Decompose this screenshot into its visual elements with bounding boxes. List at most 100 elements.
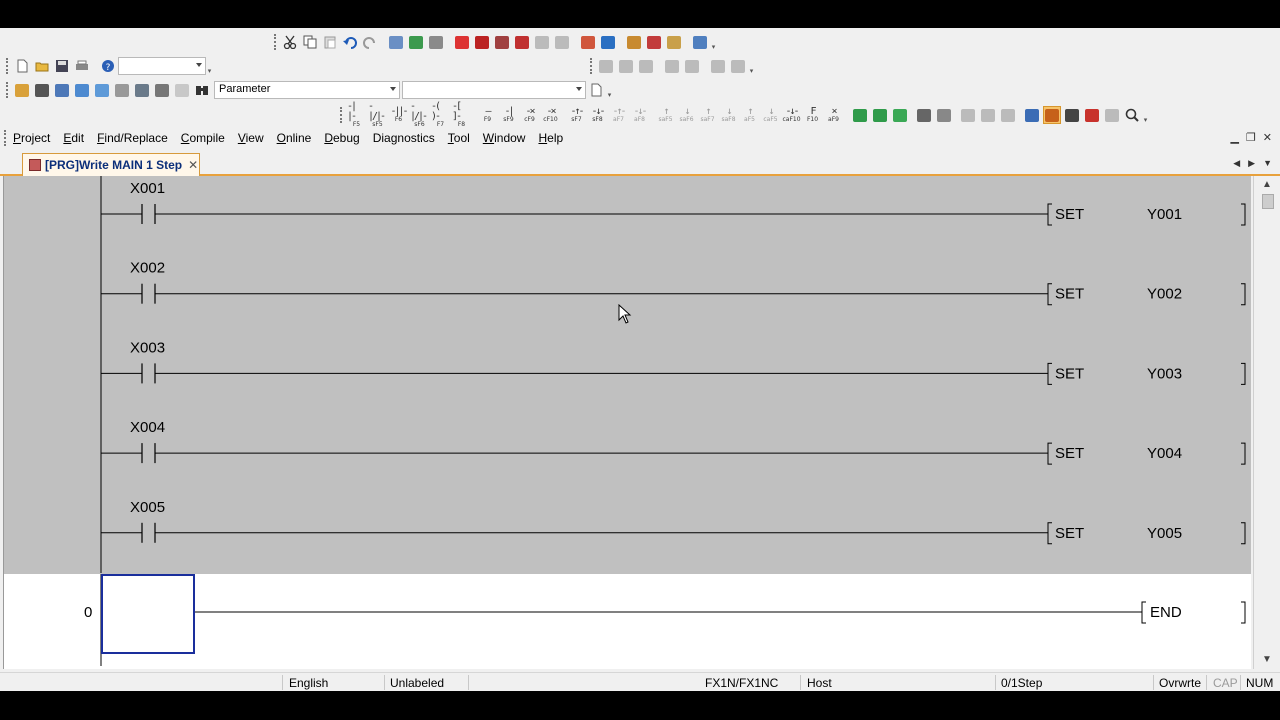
tab-scroll-right-icon[interactable]: ▶	[1248, 158, 1255, 169]
display-icon[interactable]	[691, 33, 709, 51]
menu-tool[interactable]: Tool	[448, 131, 470, 145]
simulation-icon[interactable]	[645, 33, 663, 51]
ladder-symbol-caf10-button[interactable]: -↓- caF10	[782, 106, 801, 124]
device-list-icon[interactable]	[73, 81, 91, 99]
navigation-icon[interactable]	[13, 81, 31, 99]
scroll-thumb[interactable]	[1262, 194, 1274, 209]
toolbar-options-icon[interactable]: ▾	[1142, 106, 1149, 124]
close-icon[interactable]: ✕	[1263, 131, 1272, 144]
minimize-icon[interactable]: ▁	[1230, 131, 1238, 144]
menu-edit[interactable]: Edit	[63, 131, 84, 145]
help-disabled-icon[interactable]	[173, 81, 191, 99]
device-display-icon[interactable]	[1023, 106, 1041, 124]
ladder-symbol-sf5-button[interactable]: -|/|- sF5	[368, 102, 387, 128]
toolbar-options-icon[interactable]: ▾	[606, 81, 613, 99]
zoom-icon[interactable]	[729, 57, 747, 75]
tab-scroll-left-icon[interactable]: ◀	[1233, 158, 1240, 169]
toolbar-options-icon[interactable]: ▾	[748, 57, 755, 75]
ladder-symbol-sf6-button[interactable]: -|/|- sF6	[410, 102, 429, 128]
ladder-symbol-af7-button[interactable]: -↑- aF7	[609, 106, 628, 124]
restore-icon[interactable]: ❐	[1246, 131, 1256, 144]
binoculars-icon[interactable]	[193, 81, 211, 99]
toolbar-grip[interactable]	[590, 58, 593, 74]
instruction-list-icon[interactable]	[935, 106, 953, 124]
menu-online[interactable]: Online	[277, 131, 312, 145]
statement-icon[interactable]	[683, 57, 701, 75]
ladder-symbol-caf5-button[interactable]: ↓ caF5	[761, 106, 780, 124]
zoom-icon[interactable]	[1123, 106, 1141, 124]
save-icon[interactable]	[53, 57, 71, 75]
note-icon[interactable]	[709, 57, 727, 75]
open-icon[interactable]	[33, 57, 51, 75]
ladder-symbol-saf6-button[interactable]: ↓ saF6	[677, 106, 696, 124]
menu-debug[interactable]: Debug	[324, 131, 359, 145]
test-mode-icon[interactable]	[533, 33, 551, 51]
toolbar-options-icon[interactable]: ▾	[710, 33, 717, 51]
menu-help[interactable]: Help	[538, 131, 563, 145]
search-device-icon[interactable]	[1063, 106, 1081, 124]
ladder-symbol-sf9-button[interactable]: -| sF9	[499, 106, 518, 124]
monitor-stop-icon[interactable]	[473, 33, 491, 51]
convert-icon[interactable]	[851, 106, 869, 124]
ladder-symbol-saf5-button[interactable]: ↑ saF5	[656, 106, 675, 124]
cut-icon[interactable]	[281, 33, 299, 51]
menu-project[interactable]: Project	[13, 131, 50, 145]
insert-row-icon[interactable]	[597, 57, 615, 75]
ladder-symbol-af8-button[interactable]: -↓- aF8	[630, 106, 649, 124]
toolbar-grip[interactable]	[6, 58, 9, 74]
undo-icon[interactable]	[341, 33, 359, 51]
menu-compile[interactable]: Compile	[181, 131, 225, 145]
device-monitor-icon[interactable]	[493, 33, 511, 51]
write-mode-icon[interactable]	[1043, 106, 1061, 124]
device-batch-replace-icon[interactable]	[113, 81, 131, 99]
ladder-editor[interactable]: X001 SET Y001 X002 SET Y002 X003 SET Y003 X004 SET…	[3, 176, 1251, 669]
device-comment-icon[interactable]	[93, 81, 111, 99]
element-combo[interactable]	[402, 81, 586, 99]
scroll-down-icon[interactable]: ▼	[1262, 655, 1272, 665]
menu-window[interactable]: Window	[483, 131, 526, 145]
monitor-write-icon[interactable]	[999, 106, 1017, 124]
ladder-symbol-f6-button[interactable]: -||- F6	[389, 106, 408, 124]
watch-window-icon[interactable]	[133, 81, 151, 99]
ladder-symbol-sf8-button[interactable]: -↓- sF8	[588, 106, 607, 124]
ladder-symbol-f10-button[interactable]: F F10	[803, 106, 822, 124]
redo-icon[interactable]	[361, 33, 379, 51]
online-change-icon[interactable]	[891, 106, 909, 124]
menu-grip[interactable]	[4, 130, 7, 146]
tab-close-icon[interactable]: ✕	[188, 158, 198, 172]
ladder-symbol-saf7-button[interactable]: ↑ saF7	[698, 106, 717, 124]
scroll-up-icon[interactable]: ▲	[1262, 180, 1272, 190]
ladder-symbol-f5-button[interactable]: -| |- F5	[347, 102, 366, 128]
ladder-symbol-f9-button[interactable]: — F9	[478, 106, 497, 124]
read-mode-icon[interactable]	[959, 106, 977, 124]
output-window-icon[interactable]	[53, 81, 71, 99]
menu-diagnostics[interactable]: Diagnostics	[373, 131, 435, 145]
ladder-symbol-f8-button[interactable]: -[ ]- F8	[452, 102, 471, 128]
cross-reference-icon[interactable]	[625, 33, 643, 51]
ladder-symbol-f7-button[interactable]: -( )- F7	[431, 102, 450, 128]
parameter-combo[interactable]: Parameter	[214, 81, 400, 99]
monitor-mode-icon[interactable]	[979, 106, 997, 124]
paste-icon[interactable]	[321, 33, 339, 51]
replace-device-icon[interactable]	[1083, 106, 1101, 124]
copy-icon[interactable]	[301, 33, 319, 51]
watch-icon[interactable]	[513, 33, 531, 51]
toolbar-grip[interactable]	[6, 82, 9, 98]
menu-view[interactable]: View	[238, 131, 264, 145]
ladder-symbol-af5-button[interactable]: ↑ aF5	[740, 106, 759, 124]
parts-library-icon[interactable]	[33, 81, 51, 99]
ladder-symbol-sf7-button[interactable]: -↑- sF7	[567, 106, 586, 124]
verify-plc-icon[interactable]	[427, 33, 445, 51]
list-mode-icon[interactable]	[915, 106, 933, 124]
read-from-plc-icon[interactable]	[407, 33, 425, 51]
comment-icon[interactable]	[663, 57, 681, 75]
toolbar-grip[interactable]	[274, 34, 277, 50]
simulation-stop-icon[interactable]	[665, 33, 683, 51]
test-stop-icon[interactable]	[553, 33, 571, 51]
delete-row-icon[interactable]	[617, 57, 635, 75]
insert-column-icon[interactable]	[637, 57, 655, 75]
ladder-symbol-saf8-button[interactable]: ↓ saF8	[719, 106, 738, 124]
device-test-icon[interactable]	[599, 33, 617, 51]
help-icon[interactable]: ?	[99, 57, 117, 75]
device-batch-icon[interactable]	[579, 33, 597, 51]
